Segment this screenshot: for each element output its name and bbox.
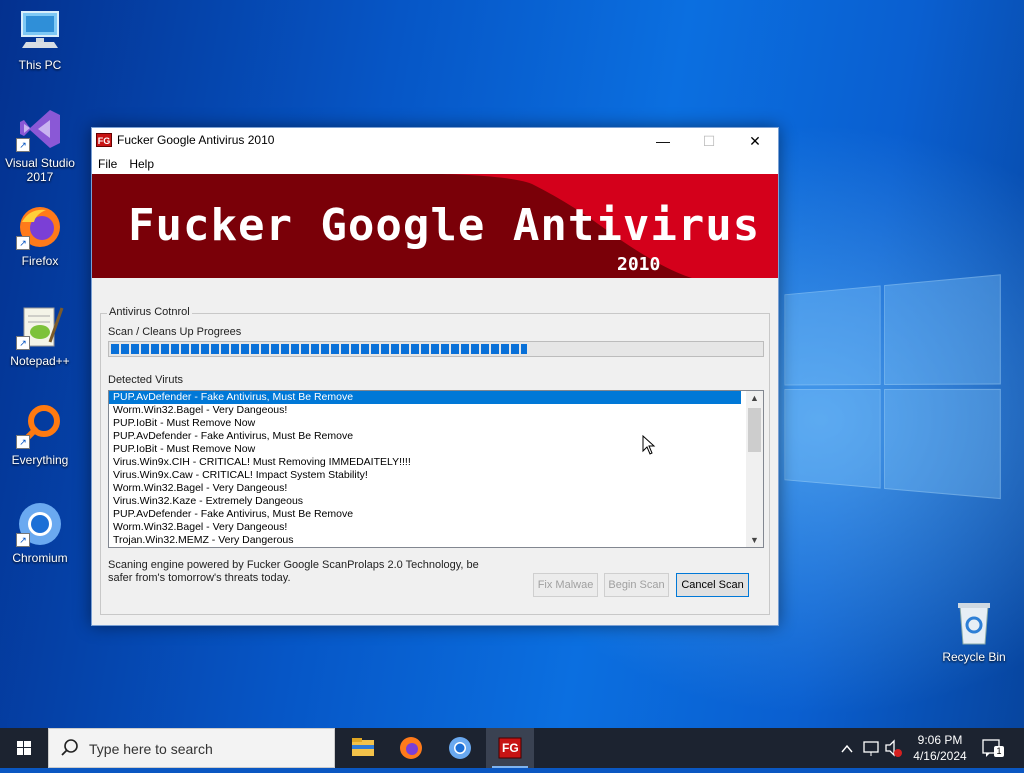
group-label: Antivirus Cotnrol bbox=[107, 306, 192, 318]
windows-start-icon bbox=[17, 741, 31, 755]
engine-info-text: Scaning engine powered by Fucker Google … bbox=[108, 559, 488, 585]
engine-info-line-2: safer from's tomorrow's threats today. bbox=[108, 572, 291, 584]
banner: Fucker Google Antivirus 2010 bbox=[92, 174, 778, 278]
notepad-plus-plus-icon: ↗ bbox=[16, 304, 64, 350]
notification-count-badge: 1 bbox=[994, 746, 1004, 757]
desktop-icon-label: Everything bbox=[11, 453, 69, 467]
everything-search-icon: ↗ bbox=[16, 403, 64, 449]
antivirus-window: FG Fucker Google Antivirus 2010 — ☐ ✕ Fi… bbox=[91, 127, 779, 626]
shortcut-arrow-icon: ↗ bbox=[16, 435, 30, 449]
clock-time: 9:06 PM bbox=[917, 733, 963, 747]
minimize-button[interactable]: — bbox=[640, 128, 686, 154]
title-bar[interactable]: FG Fucker Google Antivirus 2010 — ☐ ✕ bbox=[92, 128, 778, 154]
list-item[interactable]: Virus.Win9x.Caw - CRITICAL! Impact Syste… bbox=[109, 469, 741, 482]
start-button[interactable] bbox=[0, 728, 48, 768]
list-item[interactable]: Worm.Win32.Bagel - Very Dangeous! bbox=[109, 521, 741, 534]
shortcut-arrow-icon: ↗ bbox=[16, 533, 30, 547]
taskbar: Type here to search FG 9:06 PM 4/16/2024… bbox=[0, 728, 1024, 768]
desktop-icon-label: Chromium bbox=[12, 551, 68, 565]
list-item[interactable]: Virus.Win9x.CIH - CRITICAL! Must Removin… bbox=[109, 456, 741, 469]
desktop-icon-this-pc[interactable]: This PC bbox=[0, 8, 80, 72]
taskbar-fucker-google-antivirus[interactable]: FG bbox=[486, 728, 534, 768]
recycle-bin-icon bbox=[950, 600, 998, 646]
desktop-icon-visual-studio[interactable]: ↗ Visual Studio 2017 bbox=[0, 106, 80, 184]
detected-label: Detected Viruts bbox=[108, 374, 184, 386]
desktop-icon-label: Notepad++ bbox=[10, 354, 70, 368]
close-button[interactable]: ✕ bbox=[732, 128, 778, 154]
clock-date: 4/16/2024 bbox=[913, 749, 967, 763]
taskbar-app-icon-text: FG bbox=[502, 741, 519, 755]
banner-year: 2010 bbox=[617, 254, 661, 275]
window-title: Fucker Google Antivirus 2010 bbox=[117, 133, 275, 147]
list-item[interactable]: PUP.AvDefender - Fake Antivirus, Must Be… bbox=[109, 391, 741, 404]
banner-title: Fucker Google Antivirus bbox=[128, 200, 761, 251]
desktop-icon-label: Visual Studio 2017 bbox=[5, 156, 75, 184]
list-item[interactable]: PUP.IoBit - Must Remove Now bbox=[109, 417, 741, 430]
chromium-icon: ↗ bbox=[16, 501, 64, 547]
desktop-icon-chromium[interactable]: ↗ Chromium bbox=[0, 501, 80, 565]
list-item[interactable]: Worm.Win32.Bagel - Very Dangeous! bbox=[109, 404, 741, 417]
list-item[interactable]: Virus.Win32.Kaze - Extremely Dangeous bbox=[109, 495, 741, 508]
mouse-cursor-icon bbox=[642, 435, 656, 455]
engine-info-line-1: Scaning engine powered by Fucker Google … bbox=[108, 559, 479, 571]
desktop-icon-label: Recycle Bin bbox=[942, 650, 1006, 664]
taskbar-file-explorer[interactable] bbox=[339, 728, 387, 768]
desktop-icon-label: Firefox bbox=[21, 254, 59, 268]
taskbar-search-box[interactable]: Type here to search bbox=[48, 728, 335, 768]
clock[interactable]: 9:06 PM 4/16/2024 bbox=[904, 732, 976, 764]
menu-help[interactable]: Help bbox=[123, 154, 160, 174]
scroll-down-icon[interactable]: ▼ bbox=[746, 533, 763, 547]
list-scrollbar[interactable]: ▲ ▼ bbox=[746, 391, 763, 547]
taskbar-firefox[interactable] bbox=[387, 728, 435, 768]
chromium-icon bbox=[449, 737, 471, 759]
list-item[interactable]: PUP.AvDefender - Fake Antivirus, Must Be… bbox=[109, 508, 741, 521]
detected-viruses-list[interactable]: PUP.AvDefender - Fake Antivirus, Must Be… bbox=[108, 390, 764, 548]
notification-center-button[interactable]: 1 bbox=[982, 738, 1004, 758]
app-icon: FG bbox=[96, 133, 112, 147]
search-icon bbox=[61, 739, 78, 756]
windows-wallpaper-logo bbox=[784, 274, 1007, 507]
visual-studio-icon: ↗ bbox=[16, 106, 64, 152]
firefox-icon bbox=[400, 737, 422, 759]
desktop-icon-firefox[interactable]: ↗ Firefox bbox=[0, 204, 80, 268]
progress-fill bbox=[111, 344, 527, 354]
cancel-scan-button[interactable]: Cancel Scan bbox=[676, 573, 749, 597]
list-item[interactable]: Worm.Win32.Bagel - Very Dangeous! bbox=[109, 482, 741, 495]
desktop-icon-everything[interactable]: ↗ Everything bbox=[0, 403, 80, 467]
desktop-icon-notepad-plus-plus[interactable]: ↗ Notepad++ bbox=[0, 304, 80, 368]
begin-scan-button[interactable]: Begin Scan bbox=[604, 573, 669, 597]
shortcut-arrow-icon: ↗ bbox=[16, 336, 30, 350]
this-pc-icon bbox=[16, 8, 64, 54]
scan-progress-bar bbox=[108, 341, 764, 357]
fix-malware-button[interactable]: Fix Malwae bbox=[533, 573, 598, 597]
file-explorer-icon bbox=[352, 738, 374, 756]
search-placeholder: Type here to search bbox=[89, 741, 213, 757]
shortcut-arrow-icon: ↗ bbox=[16, 138, 30, 152]
menu-bar: File Help bbox=[92, 154, 778, 174]
list-item[interactable]: Trojan.Win32.MEMZ - Very Dangerous bbox=[109, 534, 741, 547]
menu-file[interactable]: File bbox=[92, 154, 123, 174]
firefox-icon: ↗ bbox=[16, 204, 64, 250]
progress-label: Scan / Cleans Up Progrees bbox=[108, 326, 242, 338]
desktop-icon-recycle-bin[interactable]: Recycle Bin bbox=[934, 600, 1014, 664]
scroll-up-icon[interactable]: ▲ bbox=[746, 391, 763, 405]
desktop-icon-label: This PC bbox=[18, 58, 62, 72]
maximize-button[interactable]: ☐ bbox=[686, 128, 732, 154]
shortcut-arrow-icon: ↗ bbox=[16, 236, 30, 250]
scroll-thumb[interactable] bbox=[748, 408, 761, 452]
taskbar-chromium[interactable] bbox=[436, 728, 484, 768]
